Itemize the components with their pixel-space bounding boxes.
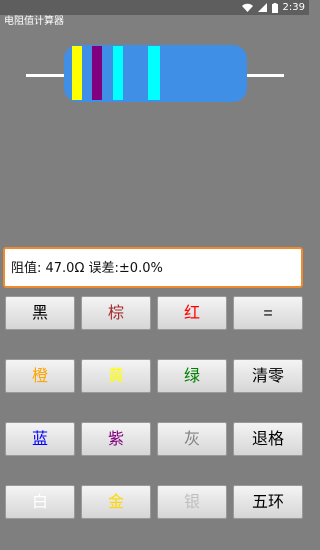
key-equals[interactable]: = bbox=[233, 296, 303, 330]
key-red[interactable]: 红 bbox=[157, 296, 227, 330]
key-silver[interactable]: 银 bbox=[157, 485, 227, 519]
resistor-diagram bbox=[0, 30, 309, 120]
signal-icon bbox=[257, 3, 267, 12]
key-gold[interactable]: 金 bbox=[81, 485, 151, 519]
clock-time: 2:39 bbox=[282, 2, 305, 13]
band-3 bbox=[113, 46, 123, 100]
result-display: 阻值: 47.0Ω 误差:±0.0% bbox=[3, 247, 303, 288]
key-backspace[interactable]: 退格 bbox=[233, 422, 303, 456]
key-five-band[interactable]: 五环 bbox=[233, 485, 303, 519]
key-green[interactable]: 绿 bbox=[157, 359, 227, 393]
key-orange[interactable]: 橙 bbox=[5, 359, 75, 393]
key-black[interactable]: 黑 bbox=[5, 296, 75, 330]
key-brown[interactable]: 棕 bbox=[81, 296, 151, 330]
band-2 bbox=[92, 46, 102, 100]
wifi-icon bbox=[241, 3, 253, 12]
status-icons: 2:39 bbox=[241, 0, 305, 15]
app-title: 电阻值计算器 bbox=[4, 16, 64, 27]
band-4 bbox=[148, 46, 160, 100]
key-violet[interactable]: 紫 bbox=[81, 422, 151, 456]
key-gray[interactable]: 灰 bbox=[157, 422, 227, 456]
battery-icon bbox=[271, 2, 278, 13]
key-yellow[interactable]: 黄 bbox=[81, 359, 151, 393]
key-white[interactable]: 白 bbox=[5, 485, 75, 519]
key-clear[interactable]: 清零 bbox=[233, 359, 303, 393]
band-1 bbox=[72, 46, 82, 100]
key-blue[interactable]: 蓝 bbox=[5, 422, 75, 456]
status-bar: 2:39 bbox=[0, 0, 309, 15]
